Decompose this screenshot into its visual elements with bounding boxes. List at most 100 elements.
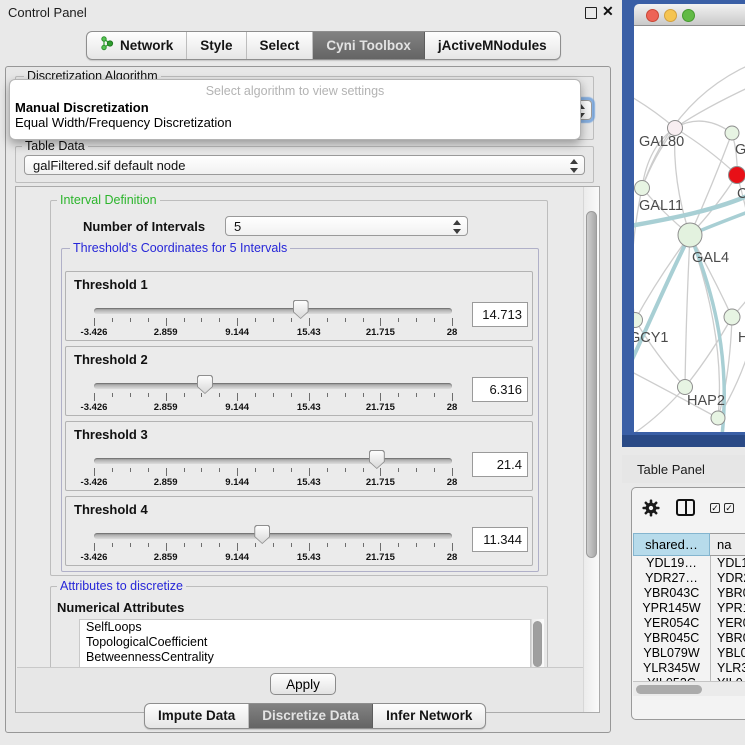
- slider-track[interactable]: [94, 458, 452, 464]
- dropdown-option[interactable]: Manual Discretization: [10, 100, 580, 115]
- scrollbar-thumb[interactable]: [586, 211, 597, 558]
- column-header-name[interactable]: na: [710, 533, 745, 556]
- network-node-gal4[interactable]: [678, 223, 702, 247]
- tab-infer-network[interactable]: Infer Network: [373, 704, 485, 728]
- table-row[interactable]: YDR27…YDR2: [633, 571, 745, 586]
- scrollbar-thumb[interactable]: [636, 685, 702, 694]
- slider-thumb[interactable]: [197, 375, 213, 394]
- float-icon[interactable]: [585, 7, 597, 19]
- threshold-label: Threshold 3: [74, 427, 148, 442]
- tab-label: Discretize Data: [262, 708, 359, 723]
- bottom-tab-bar-wrap: Impute Data Discretize Data Infer Network: [144, 703, 486, 729]
- zoom-traffic-light-icon[interactable]: [682, 9, 695, 22]
- tab-select[interactable]: Select: [247, 32, 314, 59]
- tab-label: Infer Network: [386, 708, 472, 723]
- table-row[interactable]: YPR145WYPR1: [633, 601, 745, 616]
- close-icon[interactable]: ✕: [602, 3, 614, 20]
- network-node-gcy1[interactable]: [634, 313, 643, 328]
- network-node-g[interactable]: [725, 126, 739, 140]
- slider-thumb[interactable]: [293, 300, 309, 319]
- axis-tick-label: 2.859: [141, 327, 191, 338]
- slider-track[interactable]: [94, 533, 452, 539]
- column-header-shared[interactable]: shared…: [633, 533, 710, 556]
- table-data-combobox[interactable]: galFiltered.sif default node: [24, 155, 585, 175]
- table-row[interactable]: YBR043CYBR0: [633, 586, 745, 601]
- slider-thumb[interactable]: [369, 450, 385, 469]
- network-edge: [675, 84, 745, 128]
- stepper-icon: [452, 220, 461, 234]
- attribute-list-item[interactable]: BetweennessCentrality: [80, 650, 530, 665]
- network-canvas[interactable]: GAL80GCGAL11GAL4GCY1HHAP2: [634, 26, 745, 432]
- checkbox-icon[interactable]: [710, 503, 720, 513]
- axis-tick-label: 28: [427, 477, 477, 488]
- table-row[interactable]: YBR045CYBR0: [633, 631, 745, 646]
- slider-track[interactable]: [94, 308, 452, 314]
- minimize-traffic-light-icon[interactable]: [664, 9, 677, 22]
- tab-network[interactable]: Network: [87, 32, 187, 59]
- axis-tick-label: 28: [427, 552, 477, 563]
- checkbox-icon[interactable]: [724, 503, 734, 513]
- settings-scrollpane: Interval Definition Number of Intervals …: [15, 186, 600, 713]
- tab-cyni-toolbox[interactable]: Cyni Toolbox: [313, 32, 425, 59]
- axis-tick-label: 15.43: [284, 477, 334, 488]
- axis-tick-label: 9.144: [212, 477, 262, 488]
- slider-thumb[interactable]: [254, 525, 270, 544]
- scrollbar-thumb[interactable]: [533, 621, 542, 667]
- axis-tick-label: -3.426: [69, 477, 119, 488]
- table-data-value: galFiltered.sif default node: [33, 158, 185, 173]
- tab-style[interactable]: Style: [187, 32, 246, 59]
- tab-jactivemnodules[interactable]: jActiveMNodules: [425, 32, 560, 59]
- axis-tick-label: 21.715: [355, 477, 405, 488]
- tab-bar: Network Style Select Cyni ToolboxjActiveMNo…: [86, 31, 561, 60]
- network-node-gal11[interactable]: [635, 181, 650, 196]
- axis-tick-label: 28: [427, 402, 477, 413]
- num-intervals-value: 5: [234, 219, 241, 234]
- node-label: GAL80: [639, 134, 684, 150]
- tab-label: Select: [260, 38, 300, 53]
- axis-tick-label: 15.43: [284, 552, 334, 563]
- threshold-value-field[interactable]: 6.316: [472, 377, 528, 402]
- node-label: GAL11: [639, 198, 683, 214]
- table-row[interactable]: YLR345WYLR3: [633, 661, 745, 676]
- node-label: C: [737, 186, 745, 202]
- table-row[interactable]: YDL19…YDL1: [633, 556, 745, 571]
- window-title: Control Panel: [8, 5, 87, 20]
- threshold-panel: Threshold 2-3.4262.8599.14415.4321.71528…: [65, 346, 533, 416]
- network-window-titlebar[interactable]: [634, 4, 745, 26]
- tab-discretize-data[interactable]: Discretize Data: [249, 704, 373, 728]
- table-row[interactable]: YER054CYER0: [633, 616, 745, 631]
- threshold-value-field[interactable]: 21.4: [472, 452, 528, 477]
- split-pane-icon[interactable]: [676, 499, 695, 516]
- table-hscrollbar[interactable]: [633, 681, 745, 696]
- attribute-list-item[interactable]: TopologicalCoefficient: [80, 635, 530, 650]
- axis-tick-label: 2.859: [141, 402, 191, 413]
- close-traffic-light-icon[interactable]: [646, 9, 659, 22]
- threshold-value-field[interactable]: 14.713: [472, 302, 528, 327]
- dropdown-option[interactable]: Equal Width/Frequency Discretization: [10, 115, 580, 130]
- network-node-h[interactable]: [724, 309, 740, 325]
- num-intervals-combobox[interactable]: 5: [225, 216, 468, 236]
- thresholds-group-title: Threshold's Coordinates for 5 Intervals: [70, 241, 290, 255]
- tab-label: Style: [200, 38, 232, 53]
- axis-tick-label: 15.43: [284, 327, 334, 338]
- network-window[interactable]: GAL80GCGAL11GAL4GCY1HHAP2: [622, 0, 745, 447]
- table-data-groupbox: Table Data galFiltered.sif default node: [15, 146, 594, 183]
- network-node[interactable]: [711, 411, 725, 425]
- network-node-c[interactable]: [729, 167, 745, 184]
- apply-button[interactable]: Apply: [270, 673, 336, 695]
- axis-tick-label: 21.715: [355, 552, 405, 563]
- gear-icon[interactable]: [642, 499, 660, 517]
- settings-scrollbar[interactable]: [583, 187, 600, 712]
- tab-impute-data[interactable]: Impute Data: [145, 704, 249, 728]
- attribute-list-item[interactable]: SelfLoops: [80, 620, 530, 635]
- control-panel-titlebar: Control Panel ✕: [0, 0, 614, 24]
- table-row[interactable]: YBL079WYBL0: [633, 646, 745, 661]
- algorithm-dropdown-popup: Select algorithm to view settings Manual…: [9, 79, 581, 140]
- bottom-tab-bar: Impute Data Discretize Data Infer Network: [144, 703, 486, 729]
- node-label: H: [738, 330, 745, 346]
- column-divider: [710, 556, 711, 681]
- axis-tick-label: 28: [427, 327, 477, 338]
- slider-track[interactable]: [94, 383, 452, 389]
- table-panel: shared… na YDL19…YDL1YDR27…YDR2YBR043CYB…: [631, 487, 745, 720]
- threshold-value-field[interactable]: 11.344: [472, 527, 528, 552]
